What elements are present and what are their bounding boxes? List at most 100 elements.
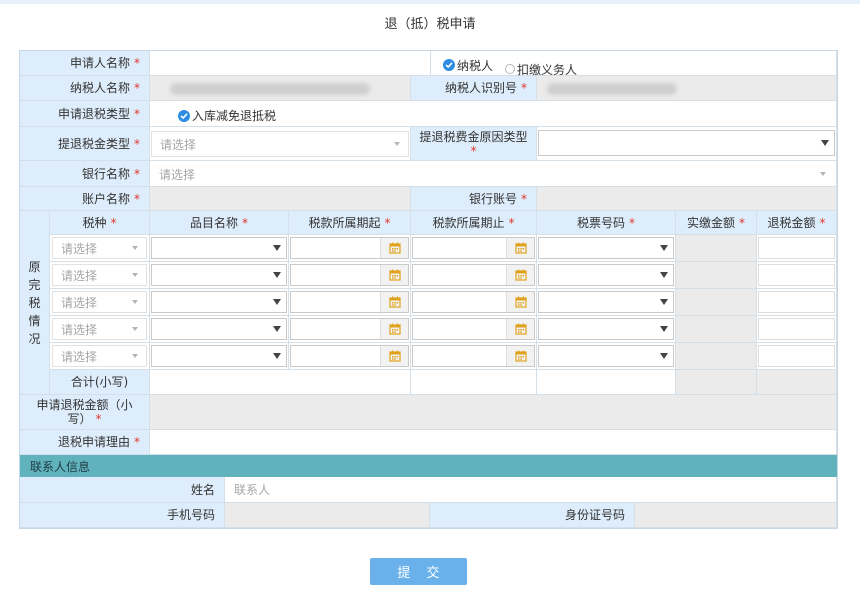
tax-type-select[interactable]: 请选择 [52, 291, 147, 313]
period-end-input[interactable] [412, 345, 535, 367]
refund-amount-value [150, 395, 837, 430]
tax-type-placeholder: 请选择 [61, 349, 98, 364]
refund-amount-input[interactable] [758, 264, 835, 286]
submit-button[interactable]: 提 交 [370, 558, 467, 585]
checked-icon [178, 109, 190, 122]
table-row-ticket-cell [537, 316, 676, 343]
refund-amount-input[interactable] [758, 237, 835, 259]
id-number-label: 身份证号码 [430, 503, 635, 528]
calendar-icon[interactable] [380, 292, 408, 312]
period-end-input[interactable] [412, 237, 535, 259]
chevron-down-icon [660, 326, 668, 332]
checked-icon [443, 59, 455, 71]
period-start-input[interactable] [290, 318, 409, 340]
paid-amount-value [676, 343, 757, 370]
period-start-input[interactable] [290, 237, 409, 259]
table-row-start-cell [289, 289, 411, 316]
table-row-tax-type-cell: 请选择 [50, 316, 150, 343]
chevron-down-icon [394, 142, 400, 146]
ticket-number-select[interactable] [538, 237, 674, 259]
item-name-select[interactable] [151, 264, 287, 286]
tax-type-select[interactable]: 请选择 [52, 345, 147, 367]
account-name-value [150, 187, 411, 211]
period-end-input[interactable] [412, 264, 535, 286]
period-end-input[interactable] [412, 318, 535, 340]
table-row-ticket-cell [537, 289, 676, 316]
refund-reason-type-label: 提退税费金原因类型 * [411, 127, 537, 161]
contact-section-header: 联系人信息 [20, 455, 837, 477]
table-row-refund-cell [757, 316, 837, 343]
table-row-ticket-cell [537, 235, 676, 262]
refund-amount-input[interactable] [758, 318, 835, 340]
total-refund-amount [757, 370, 837, 395]
refund-category-label: 提退税金类型 * [20, 127, 150, 161]
period-end-input[interactable] [412, 291, 535, 313]
table-row-item-cell [150, 289, 289, 316]
taxpayer-radio-label: 纳税人 [457, 58, 494, 73]
chevron-down-icon [132, 327, 138, 331]
contact-name-input[interactable]: 联系人 [225, 477, 837, 503]
table-row-end-cell [411, 316, 537, 343]
col-ticket-number: 税票号码 * [537, 211, 676, 235]
calendar-icon[interactable] [506, 346, 534, 366]
table-row-end-cell [411, 343, 537, 370]
applicant-name-label: 申请人名称 * [20, 51, 150, 76]
refund-reason-type-select[interactable] [538, 130, 835, 156]
table-row-tax-type-cell: 请选择 [50, 235, 150, 262]
total-period-cell [411, 370, 537, 395]
taxpayer-id-label: 纳税人识别号 * [411, 76, 537, 101]
refund-amount-input[interactable] [758, 291, 835, 313]
table-row-start-cell [289, 316, 411, 343]
period-start-input[interactable] [290, 291, 409, 313]
calendar-icon[interactable] [380, 265, 408, 285]
period-start-input[interactable] [290, 264, 409, 286]
period-start-input[interactable] [290, 345, 409, 367]
table-row-ticket-cell [537, 343, 676, 370]
applicant-name-input[interactable] [150, 51, 431, 76]
page-title: 退（抵）税申请 [384, 17, 476, 32]
ticket-number-select[interactable] [538, 264, 674, 286]
item-name-select[interactable] [151, 291, 287, 313]
calendar-icon[interactable] [506, 238, 534, 258]
table-row-refund-cell [757, 235, 837, 262]
chevron-down-icon [132, 246, 138, 250]
col-item-name: 品目名称 * [150, 211, 289, 235]
chevron-down-icon [132, 354, 138, 358]
tax-type-placeholder: 请选择 [61, 268, 98, 283]
item-name-select[interactable] [151, 345, 287, 367]
refund-type-option[interactable]: 入库减免退抵税 [150, 101, 837, 127]
ticket-number-select[interactable] [538, 291, 674, 313]
withholding-agent-radio[interactable]: 扣缴义务人 [505, 61, 577, 78]
chevron-down-icon [132, 300, 138, 304]
refund-amount-input[interactable] [758, 345, 835, 367]
calendar-icon[interactable] [380, 319, 408, 339]
paid-amount-value [676, 316, 757, 343]
calendar-icon[interactable] [380, 346, 408, 366]
chevron-down-icon [660, 272, 668, 278]
taxpayer-radio[interactable]: 纳税人 [443, 57, 493, 74]
col-period-start: 税款所属期起 * [289, 211, 411, 235]
ticket-number-select[interactable] [538, 345, 674, 367]
item-name-select[interactable] [151, 318, 287, 340]
chevron-down-icon [273, 272, 281, 278]
ticket-number-select[interactable] [538, 318, 674, 340]
applicant-type-group: 纳税人 扣缴义务人 [431, 51, 837, 78]
tax-type-select[interactable]: 请选择 [52, 237, 147, 259]
refund-category-cell: 请选择 [150, 127, 411, 161]
refund-category-select[interactable]: 请选择 [151, 131, 409, 157]
table-row-ticket-cell [537, 262, 676, 289]
calendar-icon[interactable] [506, 292, 534, 312]
total-item-cell [150, 370, 411, 395]
bank-name-select[interactable]: 请选择 [150, 161, 837, 187]
item-name-select[interactable] [151, 237, 287, 259]
refund-reason-input[interactable] [150, 430, 837, 455]
calendar-icon[interactable] [506, 265, 534, 285]
calendar-icon[interactable] [380, 238, 408, 258]
tax-type-select[interactable]: 请选择 [52, 318, 147, 340]
account-name-label: 账户名称 * [20, 187, 150, 211]
table-row-item-cell [150, 343, 289, 370]
table-row-tax-type-cell: 请选择 [50, 289, 150, 316]
calendar-icon[interactable] [506, 319, 534, 339]
paid-amount-value [676, 262, 757, 289]
tax-type-select[interactable]: 请选择 [52, 264, 147, 286]
